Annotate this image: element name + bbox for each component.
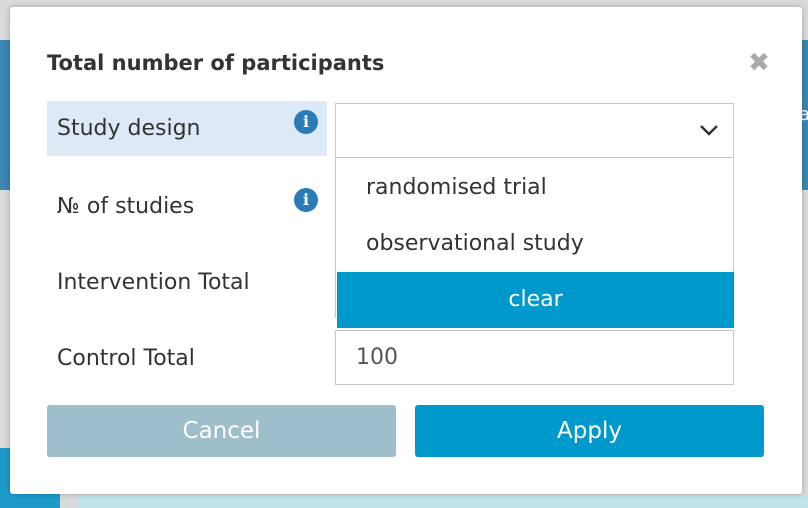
chevron-down-icon xyxy=(700,125,718,136)
study-design-label: Study design xyxy=(47,101,327,156)
study-design-dropdown: randomised trial observational study cle… xyxy=(335,158,734,328)
control-total-label: Control Total xyxy=(57,346,195,371)
study-design-select[interactable] xyxy=(335,103,734,158)
dropdown-option-observational-study[interactable]: observational study xyxy=(336,216,733,272)
control-total-input[interactable]: 100 xyxy=(335,330,734,385)
background-panel-bottom xyxy=(78,496,808,508)
dropdown-option-randomised-trial[interactable]: randomised trial xyxy=(336,160,733,216)
cancel-button[interactable]: Cancel xyxy=(47,405,396,457)
apply-button[interactable]: Apply xyxy=(415,405,764,457)
dropdown-option-clear[interactable]: clear xyxy=(337,272,734,328)
participants-dialog: Total number of participants ✖ Study des… xyxy=(10,7,802,494)
info-icon[interactable]: i xyxy=(294,110,318,134)
background-panel-left xyxy=(0,40,10,190)
dialog-title: Total number of participants xyxy=(47,51,385,75)
info-icon[interactable]: i xyxy=(294,188,318,212)
close-icon[interactable]: ✖ xyxy=(747,50,771,76)
intervention-total-label: Intervention Total xyxy=(57,270,250,295)
num-studies-label: № of studies xyxy=(57,194,195,219)
